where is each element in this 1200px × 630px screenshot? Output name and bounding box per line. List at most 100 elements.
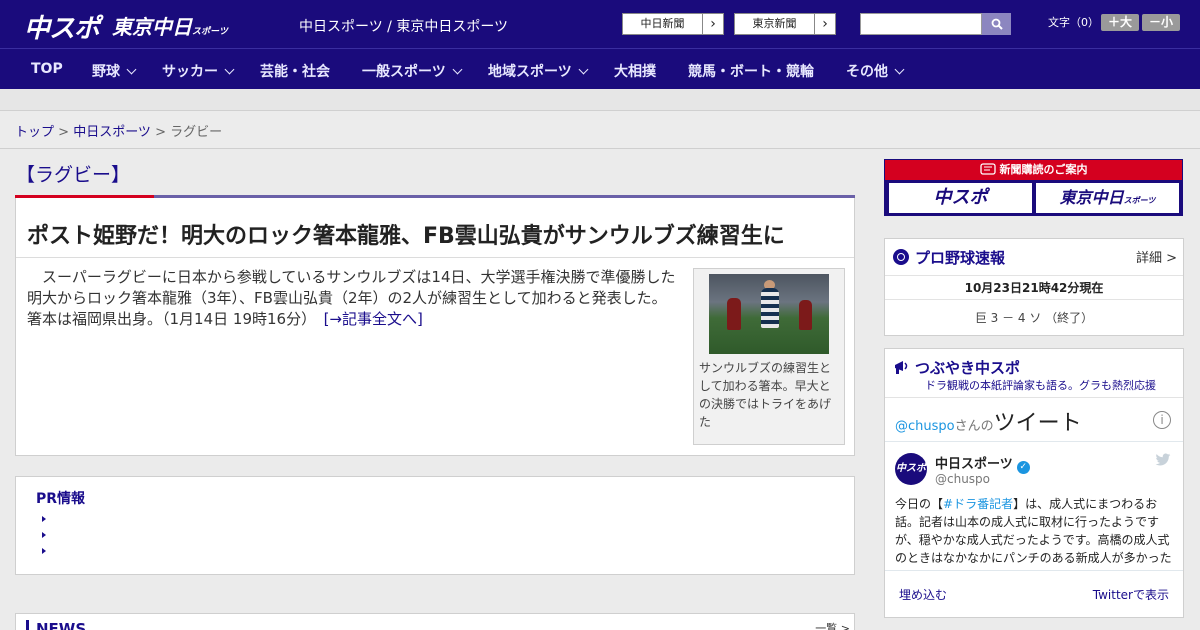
baseball-title-text: プロ野球速報 bbox=[915, 249, 1006, 267]
twitter-title-text: つぶやき中スポ bbox=[915, 359, 1021, 377]
sub-nav-stripe bbox=[0, 89, 1200, 111]
baseball-icon bbox=[893, 249, 909, 265]
search-button[interactable] bbox=[982, 13, 1011, 35]
article-photo[interactable] bbox=[709, 274, 829, 354]
photo-figure-player bbox=[727, 298, 741, 330]
chevron-down-icon bbox=[894, 64, 905, 75]
tokyo-chunichi-subscribe-logo-small: スポーツ bbox=[1123, 196, 1156, 205]
nav-item-sumo[interactable]: 大相撲 bbox=[614, 61, 656, 81]
baseball-score-card: プロ野球速報 詳細 > 10月23日21時42分現在 巨 3 － 4 ソ （終了… bbox=[884, 238, 1184, 336]
twitter-handle-link[interactable]: @chuspo bbox=[895, 419, 955, 434]
twitter-title: つぶやき中スポ bbox=[893, 357, 1020, 378]
photo-figure: サンウルブズの練習生として加わる箸本。早大との決勝ではトライをあげた bbox=[693, 268, 845, 445]
breadcrumb-current: ラグビー bbox=[170, 125, 223, 140]
nav-item-entertainment[interactable]: 芸能・社会 bbox=[260, 61, 330, 81]
nav-item-baseball[interactable]: 野球 bbox=[92, 61, 137, 81]
megaphone-icon bbox=[895, 361, 908, 374]
breadcrumb: トップ > 中日スポーツ > ラグビー bbox=[15, 121, 222, 140]
tokyo-shimbun-label: 東京新聞 bbox=[735, 14, 815, 34]
breadcrumb-section[interactable]: 中日スポーツ bbox=[73, 125, 151, 140]
newspaper-icon bbox=[979, 163, 996, 175]
news-section: NEWS 一覧 > bbox=[15, 613, 855, 630]
baseball-title: プロ野球速報 bbox=[893, 247, 1005, 268]
breadcrumb-bar: トップ > 中日スポーツ > ラグビー bbox=[0, 111, 1200, 149]
chuspo-subscribe-logo[interactable]: 中スポ bbox=[889, 183, 1032, 213]
tokyo-chunichi-logo-small: スポーツ bbox=[192, 27, 228, 37]
hashtag-link[interactable]: #ドラ番記者 bbox=[943, 497, 1013, 511]
divider bbox=[885, 570, 1183, 571]
twitter-card: つぶやき中スポ ドラ観戦の本紙評論家も語る。グラも熱烈応援 @chuspoさんの… bbox=[884, 348, 1184, 618]
news-more-link[interactable]: 一覧 > bbox=[815, 620, 850, 630]
nav-item-local-sports[interactable]: 地域スポーツ bbox=[488, 61, 589, 81]
chuspo-logo[interactable]: 中スポ bbox=[24, 8, 100, 45]
chevron-down-icon bbox=[578, 64, 589, 75]
nav-label: 野球 bbox=[92, 64, 120, 80]
tweets-label: ツイート bbox=[993, 411, 1082, 436]
twitter-timeline-header: @chuspoさんのツイート bbox=[895, 405, 1082, 437]
avatar[interactable]: 中スポ bbox=[895, 453, 927, 485]
article-body: スーパーラグビーに日本から参戦しているサンウルブズは14日、大学選手権決勝で準優… bbox=[27, 267, 687, 330]
tweet-author-handle[interactable]: @chuspo bbox=[935, 472, 990, 486]
font-smaller-button[interactable]: －小 bbox=[1142, 14, 1180, 31]
embed-link[interactable]: 埋め込む bbox=[899, 586, 947, 603]
breadcrumb-top[interactable]: トップ bbox=[15, 125, 54, 140]
info-icon[interactable]: i bbox=[1153, 411, 1171, 429]
main-nav: TOP 野球 サッカー 芸能・社会 一般スポーツ 地域スポーツ 大相撲 競馬・ボ… bbox=[0, 48, 1200, 89]
site-names: 中日スポーツ / 東京中日スポーツ bbox=[299, 19, 509, 35]
nav-label: 芸能・社会 bbox=[260, 64, 330, 80]
chunichi-shimbun-link[interactable]: 中日新聞 › bbox=[622, 13, 724, 35]
site-header: 中スポ 東京中日スポーツ 中日スポーツ / 東京中日スポーツ 中日新聞 › 東京… bbox=[0, 0, 1200, 48]
breadcrumb-separator: > bbox=[54, 125, 74, 140]
subscription-title: 新聞購読のご案内 bbox=[885, 160, 1182, 180]
search-icon bbox=[991, 18, 1003, 30]
tweet-author-name[interactable]: 中日スポーツ ✓ bbox=[935, 453, 1030, 474]
tokyo-chunichi-logo-text: 東京中日 bbox=[112, 15, 192, 39]
nav-item-top[interactable]: TOP bbox=[31, 61, 63, 77]
chunichi-shimbun-label: 中日新聞 bbox=[623, 14, 703, 34]
article-headline: ポスト姫野だ！明大のロック箸本龍雅、FB雲山弘貴がサンウルブズ練習生に bbox=[27, 224, 785, 249]
news-accent-bar bbox=[26, 620, 29, 630]
nav-label: 競馬・ボート・競輪 bbox=[688, 64, 814, 80]
photo-caption: サンウルブズの練習生として加わる箸本。早大との決勝ではトライをあげた bbox=[699, 361, 832, 429]
baseball-score[interactable]: 巨 3 － 4 ソ （終了） bbox=[885, 309, 1183, 326]
divider bbox=[16, 257, 854, 258]
read-more-link[interactable]: [→記事全文へ] bbox=[324, 310, 423, 328]
nav-label: 一般スポーツ bbox=[362, 64, 446, 80]
bullet-icon bbox=[42, 516, 46, 522]
subscription-title-text: 新聞購読のご案内 bbox=[999, 163, 1088, 176]
photo-figure-player bbox=[761, 288, 779, 328]
nav-item-soccer[interactable]: サッカー bbox=[162, 61, 235, 81]
twitter-bird-icon[interactable] bbox=[1155, 453, 1171, 467]
tweet-text-start: 今日の【 bbox=[895, 497, 944, 511]
pr-title: PR情報 bbox=[36, 491, 86, 507]
search-input[interactable] bbox=[860, 13, 982, 35]
baseball-timestamp: 10月23日21時42分現在 bbox=[885, 275, 1183, 300]
nav-item-racing[interactable]: 競馬・ボート・競輪 bbox=[688, 61, 814, 81]
bullet-icon bbox=[42, 548, 46, 554]
nav-label: TOP bbox=[31, 61, 63, 77]
tokyo-shimbun-link[interactable]: 東京新聞 › bbox=[734, 13, 836, 35]
tokyo-chunichi-subscribe-logo[interactable]: 東京中日スポーツ bbox=[1036, 183, 1179, 213]
breadcrumb-separator: > bbox=[150, 125, 171, 140]
nav-label: 大相撲 bbox=[614, 64, 656, 80]
view-on-twitter-link[interactable]: Twitterで表示 bbox=[1093, 586, 1169, 603]
pr-section: PR情報 bbox=[15, 476, 855, 575]
bullet-icon bbox=[42, 532, 46, 538]
chevron-down-icon bbox=[452, 64, 463, 75]
section-title: 【ラグビー】 bbox=[16, 164, 131, 186]
nav-item-general-sports[interactable]: 一般スポーツ bbox=[362, 61, 463, 81]
chevron-right-icon: › bbox=[710, 16, 716, 32]
font-larger-button[interactable]: ＋大 bbox=[1101, 14, 1139, 31]
subscription-banner[interactable]: 新聞購読のご案内 中スポ 東京中日スポーツ bbox=[884, 159, 1183, 216]
nav-label: 地域スポーツ bbox=[488, 64, 572, 80]
tweet-text: 今日の【#ドラ番記者】は、成人式にまつわるお話。記者は山本の成人式に取材に行った… bbox=[895, 495, 1173, 567]
tweet-author-name-text: 中日スポーツ bbox=[935, 457, 1013, 472]
tokyo-chunichi-logo[interactable]: 東京中日スポーツ bbox=[112, 11, 228, 40]
article-card: ポスト姫野だ！明大のロック箸本龍雅、FB雲山弘貴がサンウルブズ練習生に スーパー… bbox=[15, 198, 855, 456]
divider bbox=[885, 441, 1183, 442]
tokyo-chunichi-subscribe-logo-text: 東京中日 bbox=[1059, 188, 1124, 207]
nav-label: その他 bbox=[846, 64, 888, 80]
baseball-detail-link[interactable]: 詳細 > bbox=[1136, 247, 1177, 266]
font-size-label: 文字（0） bbox=[1048, 16, 1099, 29]
nav-item-other[interactable]: その他 bbox=[846, 61, 905, 81]
